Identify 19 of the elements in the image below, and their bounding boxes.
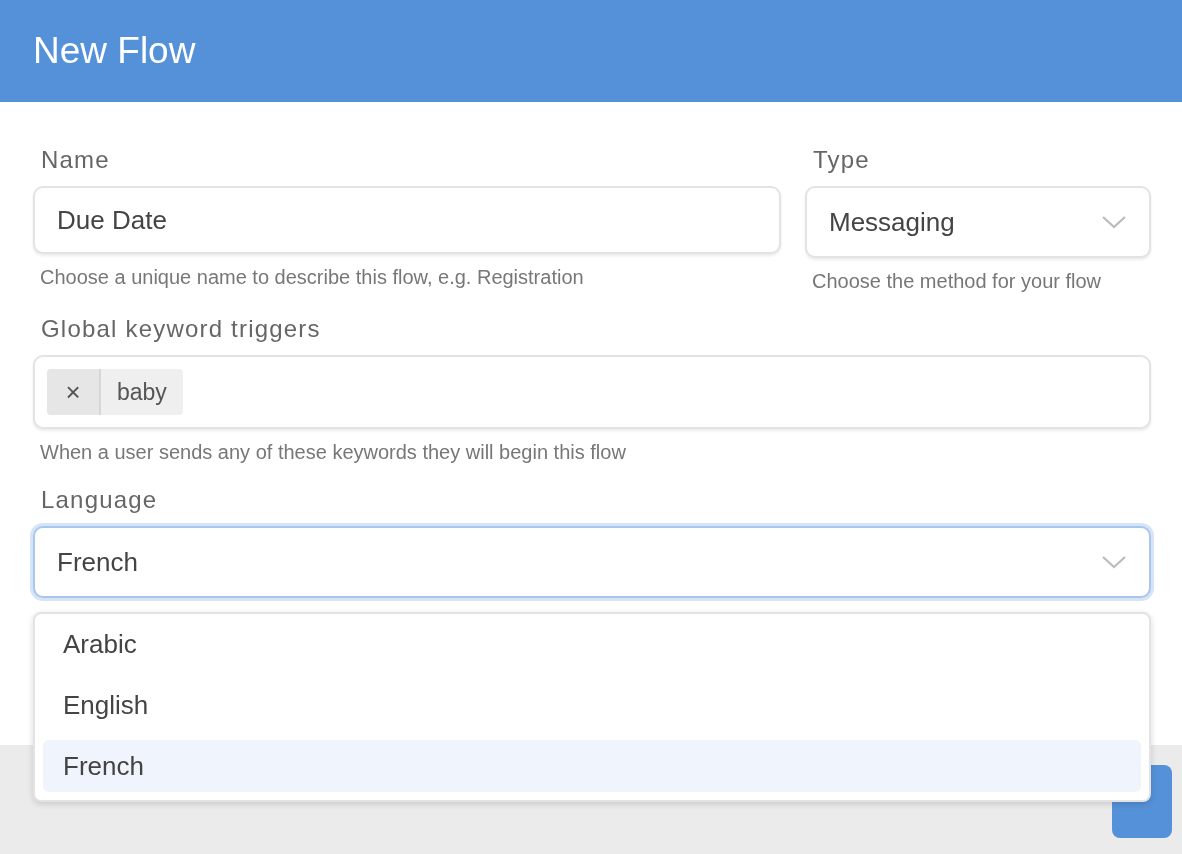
- field-hint: Choose a unique name to describe this flow, e.g. Registration: [40, 266, 585, 289]
- select-field[interactable]: French: [33, 526, 1151, 598]
- keyword-input-field[interactable]: × baby: [33, 355, 1151, 429]
- remove-tag-button[interactable]: ×: [47, 369, 101, 415]
- field-label: Language: [41, 486, 159, 514]
- dialog-title: New Flow: [33, 30, 196, 72]
- keyword-tag: baby: [101, 369, 183, 415]
- name-input-field[interactable]: Due Date: [33, 186, 781, 254]
- field-hint: Choose the method for your flow: [812, 270, 1103, 293]
- field-label: Global keyword triggers: [41, 315, 322, 343]
- dropdown-option[interactable]: English: [43, 679, 1141, 731]
- caret-icon: [1101, 555, 1127, 569]
- dropdown-option[interactable]: Arabic: [43, 618, 1141, 670]
- select-field[interactable]: Messaging: [805, 186, 1151, 258]
- field-label: Type: [813, 146, 871, 174]
- caret-icon: [1101, 215, 1127, 229]
- field-label: Name: [41, 146, 111, 174]
- field-hint: When a user sends any of these keywords they will begin this flow: [40, 441, 627, 464]
- dropdown-option[interactable]: French: [43, 740, 1141, 792]
